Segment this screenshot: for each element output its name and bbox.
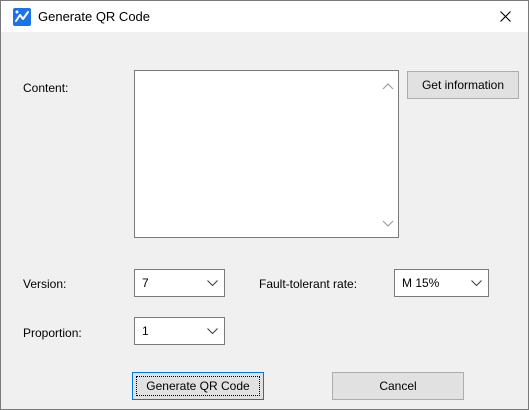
version-select[interactable]: 7	[134, 269, 225, 297]
proportion-label: Proportion:	[23, 326, 82, 340]
fault-tolerant-label: Fault-tolerant rate:	[259, 277, 358, 291]
generate-qr-code-button[interactable]: Generate QR Code	[132, 372, 264, 400]
chevron-down-icon	[471, 280, 482, 287]
generate-qr-code-label: Generate QR Code	[136, 376, 260, 396]
scroll-down-icon[interactable]	[382, 219, 394, 229]
get-information-button[interactable]: Get information	[407, 71, 519, 99]
proportion-select[interactable]: 1	[134, 317, 225, 345]
window-title: Generate QR Code	[38, 9, 151, 24]
content-textarea[interactable]	[134, 70, 399, 238]
generate-qr-dialog: Generate QR Code Content: Get informatio…	[0, 0, 529, 410]
close-icon	[500, 11, 511, 22]
content-label: Content:	[23, 81, 69, 95]
version-label: Version:	[23, 277, 67, 291]
app-icon	[13, 8, 31, 26]
fault-tolerant-value: M 15%	[402, 276, 440, 290]
version-value: 7	[142, 276, 149, 290]
chevron-down-icon	[207, 280, 218, 287]
chevron-down-icon	[207, 328, 218, 335]
cancel-button[interactable]: Cancel	[332, 372, 464, 400]
scroll-up-icon[interactable]	[382, 81, 394, 91]
close-button[interactable]	[482, 1, 528, 32]
fault-tolerant-select[interactable]: M 15%	[394, 269, 489, 297]
proportion-value: 1	[142, 324, 149, 338]
title-bar[interactable]: Generate QR Code	[1, 1, 528, 32]
